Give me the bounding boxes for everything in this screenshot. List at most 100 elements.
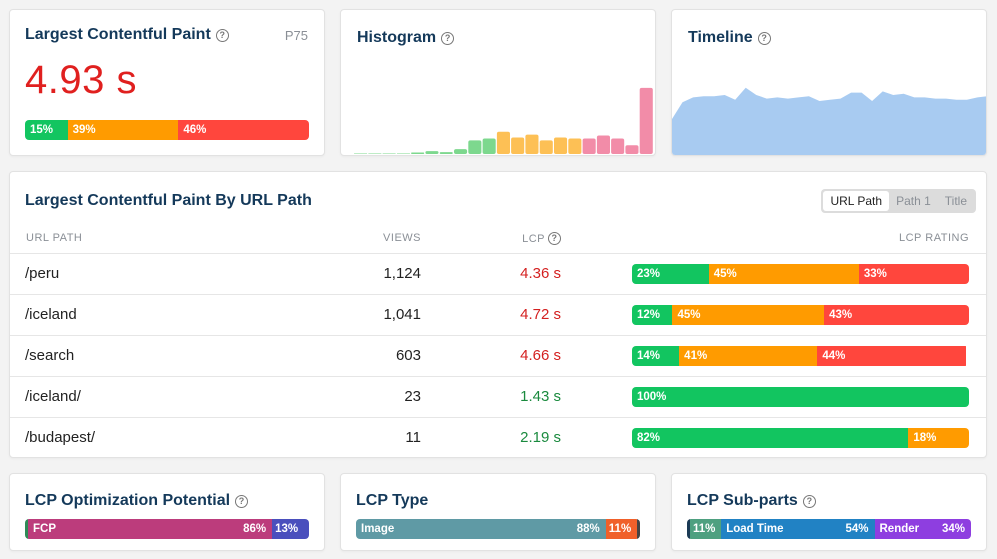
lcp-type-bar: Image 88% 11% — [356, 519, 640, 539]
rating-segment-ni: 45% — [708, 264, 859, 284]
rating-segment-ni: 45% — [672, 305, 825, 325]
segment-fcp: FCP 86% — [28, 519, 273, 539]
histogram-bar[interactable] — [525, 134, 539, 154]
histogram-bar[interactable] — [468, 140, 482, 154]
lcp-cell: 4.72 s — [520, 306, 561, 323]
lcp-rating-bar: 100% — [632, 387, 969, 407]
lcp-rating-bar: 12% 45% 43% — [632, 305, 969, 325]
segment-load-time: Load Time 54% — [721, 519, 875, 539]
toggle-title[interactable]: Title — [938, 191, 974, 211]
rating-segment-ni: 18% — [908, 428, 969, 448]
segment-render: Render 34% — [874, 519, 971, 539]
help-icon[interactable]: ? — [215, 28, 229, 42]
segment-percent: 86% — [243, 523, 267, 535]
segment-1: 11% — [690, 519, 722, 539]
histogram-bar[interactable] — [596, 135, 610, 155]
optimization-title: LCP Optimization Potential ? — [25, 492, 249, 510]
lcp-rating-bar: 82% 18% — [632, 428, 969, 448]
histogram-bar[interactable] — [639, 87, 653, 154]
rating-segment-good: 82% — [632, 428, 909, 448]
segment-1: 11% — [605, 519, 637, 539]
table-row[interactable]: /budapest/11 2.19 s 82% 18% — [10, 417, 986, 457]
rating-segment-ni: 39% — [67, 120, 179, 140]
help-icon[interactable]: ? — [548, 232, 561, 245]
url-path-cell: /peru — [25, 265, 60, 282]
views-cell: 11 — [405, 429, 421, 446]
lcp-cell: 2.19 s — [520, 429, 561, 446]
histogram-chart — [354, 87, 653, 155]
url-path-cell: /search — [25, 347, 75, 364]
help-icon[interactable]: ? — [235, 494, 249, 508]
lcp-by-url-card: Largest Contentful Paint By URL Path URL… — [9, 171, 987, 458]
subparts-bar: 11% Load Time 54% Render 34% — [687, 519, 971, 539]
lcp-card-title: Largest Contentful Paint ? — [25, 26, 229, 44]
segment-name: Load Time — [726, 523, 784, 535]
header-lcp[interactable]: LCP ? — [522, 232, 561, 245]
histogram-bar[interactable] — [454, 149, 468, 154]
lcp-cell: 1.43 s — [520, 388, 561, 405]
histogram-bar[interactable] — [482, 138, 496, 155]
segment-name: Render — [879, 523, 920, 535]
toggle-path-1[interactable]: Path 1 — [889, 191, 938, 211]
segment-2 — [637, 519, 640, 539]
optimization-bar: FCP 86% 13% — [25, 519, 309, 539]
lcp-type-title: LCP Type — [356, 492, 429, 509]
table-row[interactable]: /iceland 1,041 4.72 s 12% 45% 43% — [10, 294, 986, 335]
timeline-card: Timeline ? — [671, 9, 987, 156]
header-url-path[interactable]: URL PATH — [26, 232, 82, 244]
header-lcp-rating[interactable]: LCP RATING — [899, 232, 969, 244]
lcp-rating-bar: 23% 45% 33% — [632, 264, 969, 284]
histogram-bar[interactable] — [496, 131, 510, 154]
views-cell: 603 — [395, 347, 421, 364]
histogram-bar[interactable] — [611, 138, 625, 155]
subparts-title: LCP Sub-parts ? — [687, 492, 816, 510]
histogram-bar[interactable] — [568, 138, 582, 155]
rating-segment-good: 14% — [632, 346, 680, 366]
toggle-url-path[interactable]: URL Path — [823, 191, 890, 211]
views-cell: 1,124 — [383, 265, 421, 282]
segment-name: Image — [361, 523, 395, 535]
lcp-summary-card: Largest Contentful Paint ? P75 4.93 s 15… — [9, 9, 325, 156]
help-icon[interactable]: ? — [802, 494, 816, 508]
histogram-bar[interactable] — [554, 137, 568, 155]
views-cell: 1,041 — [383, 306, 421, 323]
table-title: Largest Contentful Paint By URL Path — [25, 192, 312, 209]
rating-segment-good: 12% — [632, 305, 673, 325]
table-row[interactable]: /iceland/23 1.43 s 100% — [10, 376, 986, 417]
histogram-bar[interactable] — [425, 151, 439, 154]
histogram-bar[interactable] — [382, 153, 396, 155]
timeline-area[interactable] — [672, 87, 987, 155]
lcp-cell: 4.66 s — [520, 347, 561, 364]
histogram-card: Histogram ? — [340, 9, 656, 156]
table-row[interactable]: /peru 1,124 4.36 s 23% 45% 33% — [10, 253, 986, 294]
optimization-potential-card: LCP Optimization Potential ? FCP 86% 13% — [9, 473, 325, 551]
lcp-rating-bar: 14% 41% 44% — [632, 346, 969, 366]
segment-image: Image 88% — [356, 519, 606, 539]
rating-segment-poor: 33% — [858, 264, 969, 284]
rating-segment-good: 23% — [632, 264, 709, 284]
histogram-bar[interactable] — [511, 137, 525, 155]
rating-segment-poor: 46% — [178, 120, 309, 140]
histogram-bar[interactable] — [539, 140, 553, 154]
segment-percent: 88% — [576, 523, 600, 535]
rating-segment-poor: 43% — [824, 305, 969, 325]
histogram-bar[interactable] — [625, 145, 639, 154]
header-views[interactable]: VIEWS — [383, 232, 421, 244]
url-path-cell: /iceland — [25, 306, 77, 323]
table-row[interactable]: /search 603 4.66 s 14% 41% 44% — [10, 335, 986, 376]
views-cell: 23 — [404, 388, 421, 405]
lcp-type-card: LCP Type Image 88% 11% — [340, 473, 656, 551]
lcp-subparts-card: LCP Sub-parts ? 11% Load Time 54% Render 34% — [671, 473, 987, 551]
lcp-rating-bar: 15% 39% 46% — [25, 120, 309, 140]
lcp-cell: 4.36 s — [520, 265, 561, 282]
timeline-chart — [672, 87, 987, 155]
histogram-bar[interactable] — [411, 152, 425, 155]
segment-percent: 54% — [845, 523, 869, 535]
histogram-bar[interactable] — [439, 152, 453, 154]
histogram-bar[interactable] — [396, 153, 410, 155]
lcp-value: 4.93 s — [25, 58, 137, 102]
histogram-bar[interactable] — [354, 153, 368, 155]
histogram-bar[interactable] — [582, 138, 596, 155]
histogram-bar[interactable] — [368, 153, 382, 155]
rating-segment-poor: 44% — [817, 346, 966, 366]
